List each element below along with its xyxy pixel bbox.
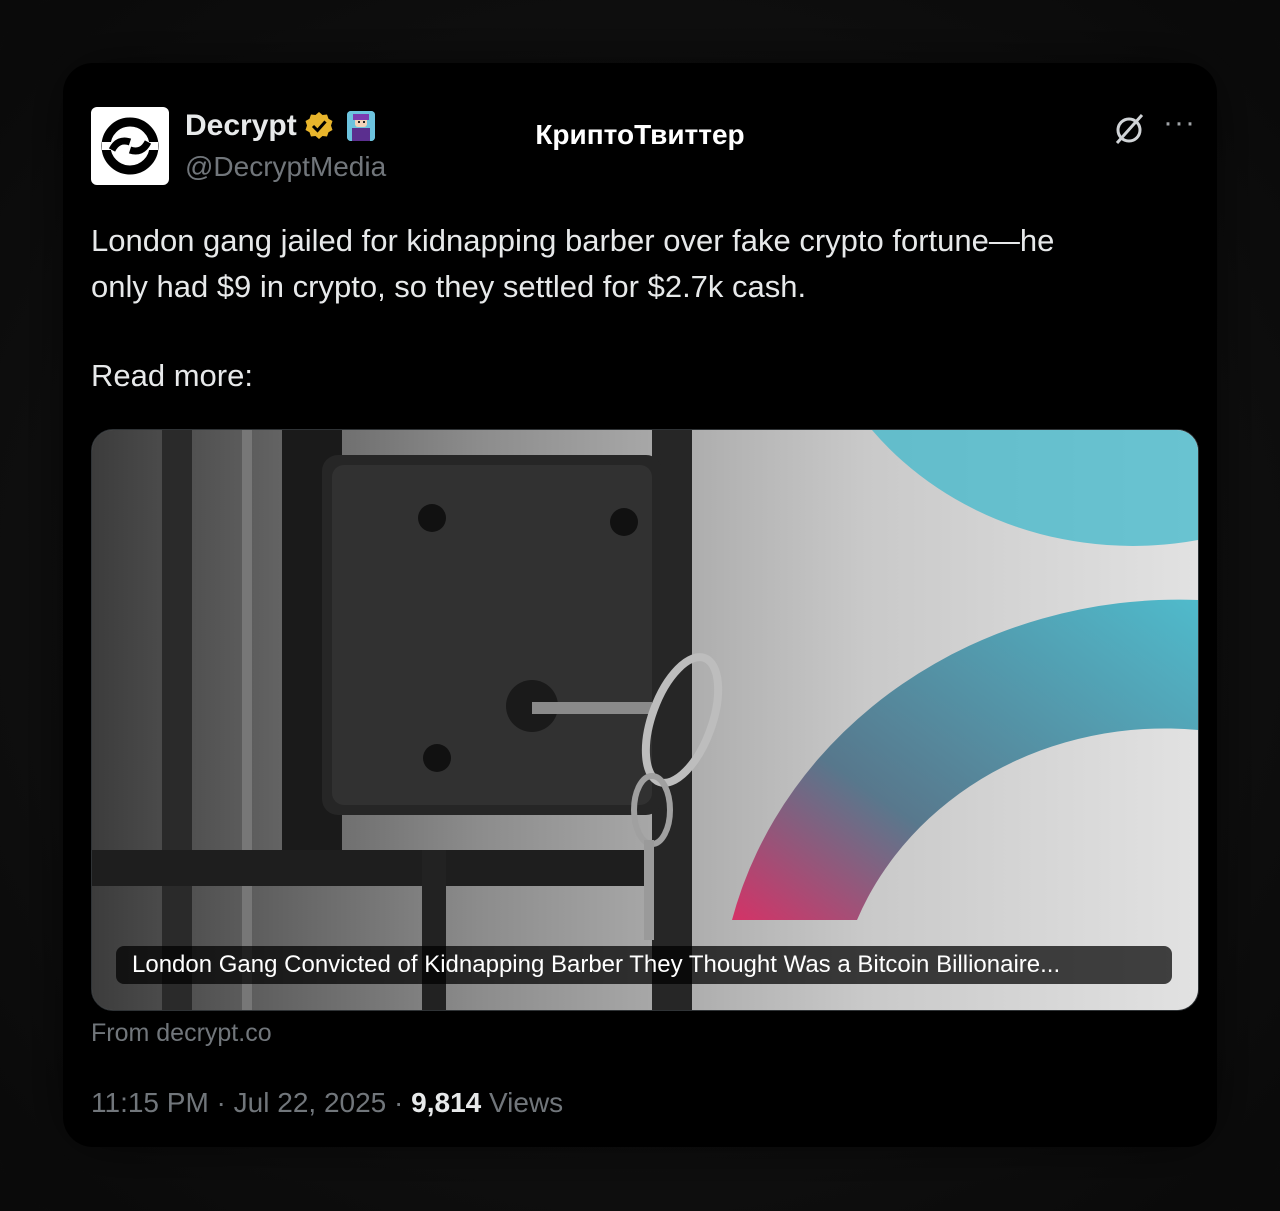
grok-icon[interactable] (1111, 111, 1147, 147)
tweet-text-line: only had $9 in crypto, so they settled f… (91, 269, 807, 304)
meta-separator: · (208, 1087, 234, 1118)
tweet-text-line: London gang jailed for kidnapping barber… (91, 223, 1055, 258)
link-source[interactable]: From decrypt.co (91, 1019, 272, 1048)
tweet-card: Decrypt @DecryptMedia КриптоТвиттер ··· … (63, 63, 1217, 1147)
tweet-time[interactable]: 11:15 PM (91, 1087, 209, 1118)
more-icon[interactable]: ··· (1163, 108, 1199, 141)
tweet-meta: 11:15 PM · Jul 22, 2025 · 9,814 Views (91, 1087, 563, 1119)
lock-and-bars-illustration (92, 430, 1198, 1010)
read-more-text: Read more: (91, 358, 253, 393)
channel-title: КриптоТвиттер (535, 119, 745, 150)
meta-separator: · (386, 1087, 412, 1118)
author-handle[interactable]: @DecryptMedia (185, 151, 386, 183)
link-card-image[interactable]: London Gang Convicted of Kidnapping Barb… (91, 429, 1199, 1011)
tweet-date[interactable]: Jul 22, 2025 (234, 1087, 387, 1118)
views-label: Views (489, 1087, 564, 1118)
link-card-title[interactable]: London Gang Convicted of Kidnapping Barb… (116, 946, 1172, 984)
tweet-text: London gang jailed for kidnapping barber… (91, 218, 1191, 310)
views-count: 9,814 (411, 1087, 482, 1118)
